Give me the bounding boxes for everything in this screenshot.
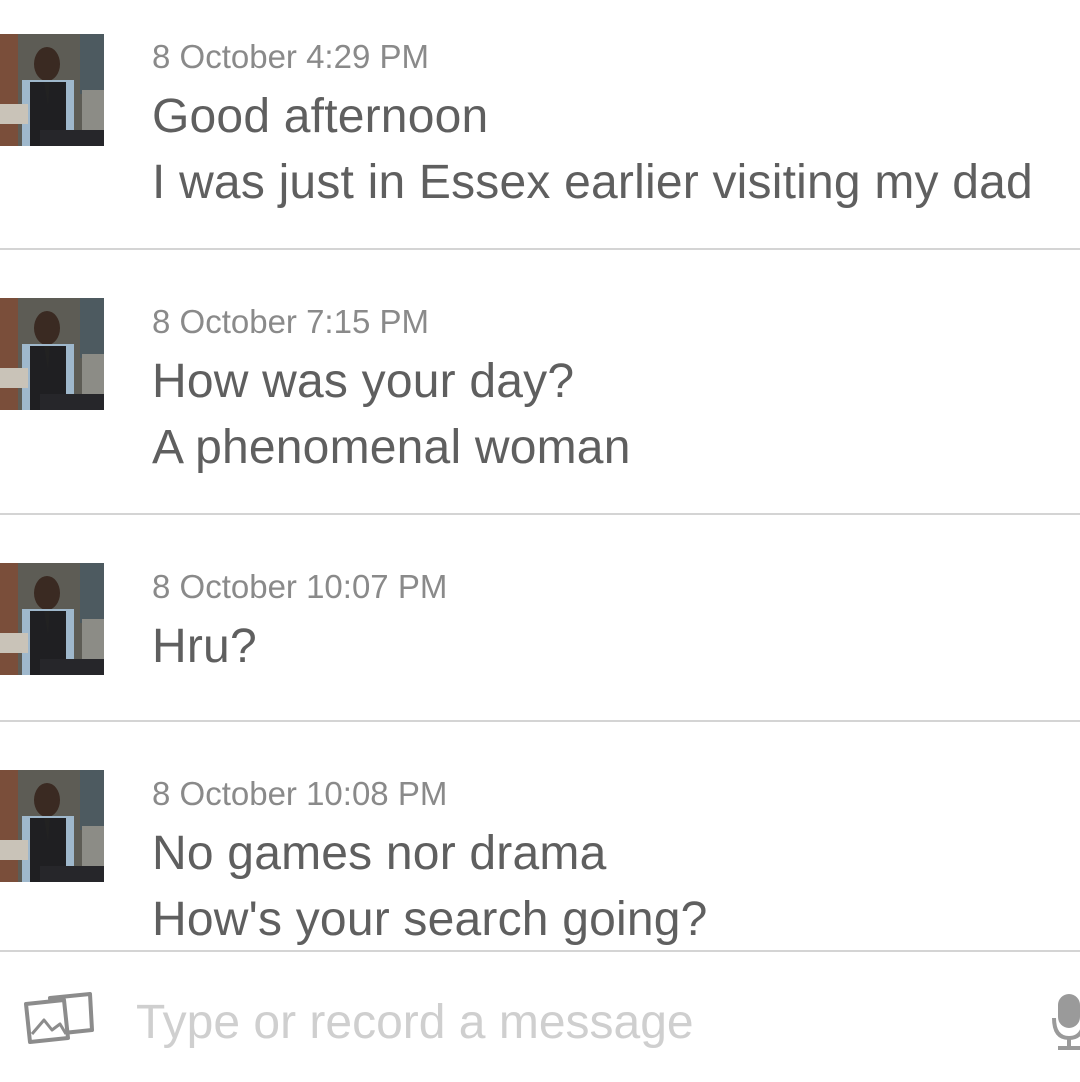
avatar[interactable] xyxy=(0,298,104,410)
message-timestamp: 8 October 4:29 PM xyxy=(152,38,429,75)
microphone-icon[interactable] xyxy=(1052,992,1080,1052)
message-item: 8 October 4:29 PM Good afternoon I was j… xyxy=(0,0,1080,250)
message-composer xyxy=(0,950,1080,1082)
message-text: How's your search going? xyxy=(152,893,708,946)
message-timestamp: 8 October 10:08 PM xyxy=(152,775,448,812)
message-thread[interactable]: 8 October 4:29 PM Good afternoon I was j… xyxy=(0,0,1080,950)
message-text: I was just in Essex earlier visiting my … xyxy=(152,156,1033,209)
message-text: Hru? xyxy=(152,620,257,673)
photo-stack-icon[interactable] xyxy=(20,990,96,1046)
avatar[interactable] xyxy=(0,34,104,146)
message-text: How was your day? xyxy=(152,355,575,408)
message-item: 8 October 10:07 PM Hru? xyxy=(0,515,1080,722)
message-timestamp: 8 October 7:15 PM xyxy=(152,303,429,340)
message-text: Good afternoon xyxy=(152,90,489,143)
message-item: 8 October 10:08 PM No games nor drama Ho… xyxy=(0,722,1080,950)
message-text: A phenomenal woman xyxy=(152,421,631,474)
avatar[interactable] xyxy=(0,770,104,882)
message-timestamp: 8 October 10:07 PM xyxy=(152,568,448,605)
message-input[interactable] xyxy=(136,982,1016,1062)
avatar[interactable] xyxy=(0,563,104,675)
message-item: 8 October 7:15 PM How was your day? A ph… xyxy=(0,250,1080,515)
message-text: No games nor drama xyxy=(152,827,607,880)
